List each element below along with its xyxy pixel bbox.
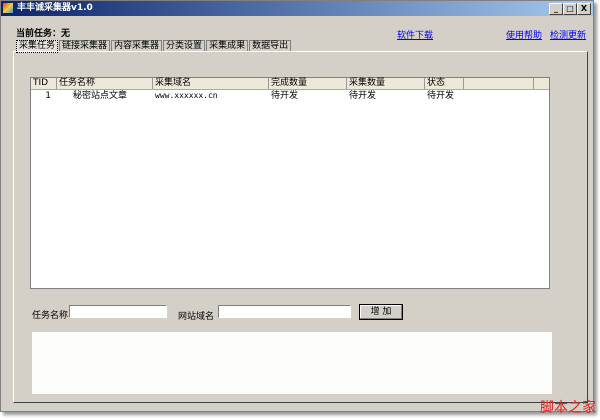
- cell-domain: www.xxxxxx.cn: [155, 91, 218, 100]
- log-output[interactable]: [32, 332, 552, 394]
- title-bar: 丰丰诚采集器v1.0 _ □ X: [1, 1, 593, 16]
- col-filler: [464, 78, 534, 89]
- cell-collected: 待开发: [349, 91, 377, 101]
- domain-label: 网站域名: [178, 312, 215, 322]
- col-done[interactable]: 完成数量: [269, 78, 347, 89]
- task-name-label: 任务名称: [32, 311, 69, 321]
- cell-status: 待开发: [427, 91, 455, 101]
- window-title: 丰丰诚采集器v1.0: [17, 3, 93, 13]
- maximize-button[interactable]: □: [563, 3, 577, 15]
- task-name-input[interactable]: [69, 305, 167, 318]
- tab-panel: TID 任务名称 采集域名 完成数量 采集数量 状态 1 秘密站点文章 www.…: [13, 51, 588, 403]
- download-link[interactable]: 软件下载: [397, 28, 433, 41]
- close-button[interactable]: X: [577, 3, 591, 15]
- help-link[interactable]: 使用帮助: [506, 28, 542, 41]
- col-task-name[interactable]: 任务名称: [57, 78, 153, 89]
- list-header: TID 任务名称 采集域名 完成数量 采集数量 状态: [31, 78, 549, 90]
- col-domain[interactable]: 采集域名: [153, 78, 269, 89]
- minimize-button[interactable]: _: [549, 3, 563, 15]
- col-status[interactable]: 状态: [425, 78, 464, 89]
- col-tid[interactable]: TID: [31, 78, 57, 89]
- main-window: 丰丰诚采集器v1.0 _ □ X 当前任务：无 软件下载 使用帮助 检测更新 采…: [0, 0, 594, 412]
- cell-done: 待开发: [271, 91, 299, 101]
- current-task-label: 当前任务：无: [16, 29, 71, 39]
- table-row[interactable]: 1 秘密站点文章 www.xxxxxx.cn 待开发 待开发 待开发: [31, 90, 549, 102]
- domain-input[interactable]: [218, 305, 351, 318]
- col-collected[interactable]: 采集数量: [347, 78, 425, 89]
- app-icon: [3, 3, 13, 13]
- cell-tid: 1: [45, 91, 51, 101]
- task-list[interactable]: TID 任务名称 采集域名 完成数量 采集数量 状态 1 秘密站点文章 www.…: [30, 77, 550, 289]
- update-link[interactable]: 检测更新: [550, 28, 586, 41]
- cell-task-name: 秘密站点文章: [73, 91, 128, 101]
- watermark: 脚本之家: [540, 400, 596, 416]
- add-button[interactable]: 增 加: [359, 304, 403, 320]
